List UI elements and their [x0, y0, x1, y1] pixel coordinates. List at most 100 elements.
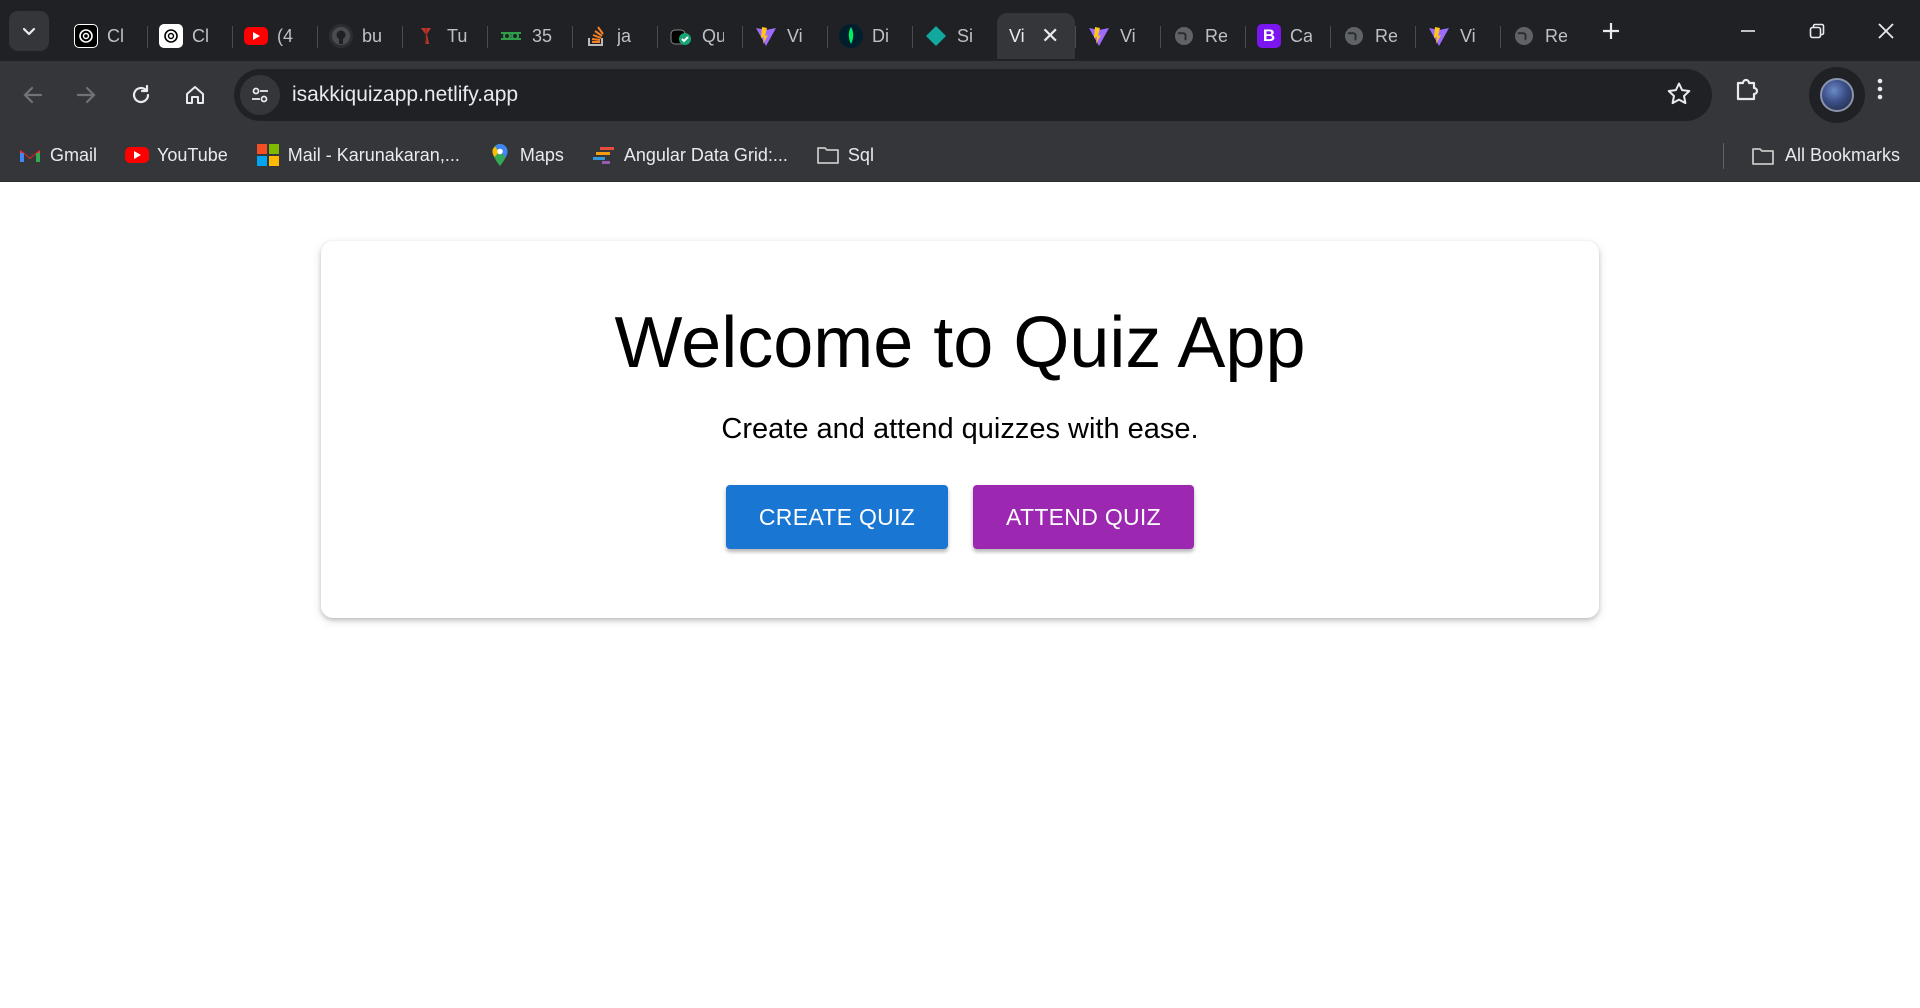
extensions-button[interactable]	[1733, 75, 1761, 108]
globe-icon	[1342, 24, 1366, 48]
reload-button[interactable]	[121, 75, 161, 115]
more-vert-icon	[1877, 78, 1883, 100]
create-quiz-button[interactable]: CREATE QUIZ	[726, 485, 948, 549]
folder-icon	[816, 143, 840, 167]
browser-tab[interactable]: Qu	[657, 13, 742, 59]
browser-tab[interactable]: Si	[912, 13, 997, 59]
action-buttons: CREATE QUIZ ATTEND QUIZ	[321, 485, 1599, 549]
browser-tab[interactable]: Vi	[1075, 13, 1160, 59]
tab-title: Qu	[702, 25, 724, 46]
microsoft-icon	[256, 143, 280, 167]
forward-button[interactable]	[66, 75, 106, 115]
browser-tab[interactable]: (4	[232, 13, 317, 59]
back-button[interactable]	[13, 75, 53, 115]
browser-tab[interactable]: Vi	[742, 13, 827, 59]
vite-icon	[1087, 24, 1111, 48]
window-controls	[1713, 0, 1920, 61]
tutorial-site-icon	[414, 24, 438, 48]
browser-tab-active[interactable]: Vi ✕	[997, 13, 1075, 59]
tab-title: bu	[362, 25, 383, 46]
bookmark-label: Mail - Karunakaran,...	[287, 144, 460, 165]
bookmark-label: YouTube	[157, 144, 228, 165]
quiz-site-icon	[669, 24, 693, 48]
leetcode-icon	[499, 24, 523, 48]
plus-icon	[1603, 22, 1619, 39]
tab-title: ja	[617, 25, 632, 46]
browser-tab[interactable]: Di	[827, 13, 912, 59]
arrow-right-icon	[76, 86, 96, 104]
tab-title: (4	[277, 25, 294, 46]
gmail-icon	[18, 143, 42, 167]
bootstrap-icon: B	[1257, 24, 1281, 48]
browser-tab[interactable]: Re	[1500, 13, 1585, 59]
restore-icon	[1809, 23, 1824, 38]
page-title: Welcome to Quiz App	[614, 303, 1306, 383]
tab-title: Cl	[192, 25, 209, 46]
bookmark-youtube[interactable]: YouTube	[107, 137, 238, 173]
address-bar[interactable]: isakkiquizapp.netlify.app	[234, 69, 1712, 121]
bookmarks-divider	[1723, 143, 1724, 169]
bookmark-label: Maps	[519, 144, 564, 165]
all-bookmarks-button[interactable]: All Bookmarks	[1751, 129, 1900, 182]
close-tab-icon[interactable]: ✕	[1041, 25, 1059, 47]
tab-title: Si	[957, 25, 974, 46]
tab-search-button[interactable]	[9, 10, 49, 51]
close-window-button[interactable]	[1851, 0, 1920, 61]
bookmark-angular-grid[interactable]: Angular Data Grid:...	[574, 137, 798, 173]
tab-title: Vi	[1009, 25, 1025, 46]
site-info-button[interactable]	[240, 75, 280, 115]
browser-toolbar: isakkiquizapp.netlify.app	[0, 61, 1920, 129]
browser-tab[interactable]: ja	[572, 13, 657, 59]
browser-tab[interactable]: Cl	[147, 13, 232, 59]
bookmark-label: Angular Data Grid:...	[623, 144, 788, 165]
attend-quiz-button[interactable]: ATTEND QUIZ	[973, 485, 1194, 549]
tab-title: Vi	[787, 25, 803, 46]
youtube-icon	[125, 143, 150, 167]
globe-icon	[1172, 24, 1196, 48]
browser-tab[interactable]: Cl	[62, 13, 147, 59]
profile-button[interactable]	[1809, 67, 1865, 123]
browser-menu-button[interactable]	[1872, 75, 1888, 108]
vite-icon	[754, 24, 778, 48]
minimize-icon	[1740, 29, 1755, 32]
home-button[interactable]	[175, 75, 215, 115]
browser-tab[interactable]: B Ca	[1245, 13, 1330, 59]
arrow-left-icon	[23, 86, 43, 104]
browser-tab[interactable]: Re	[1330, 13, 1415, 59]
puzzle-icon	[1736, 78, 1759, 101]
tab-title: Tu	[447, 25, 468, 46]
bookmark-label: Sql	[847, 144, 874, 165]
page-subtitle: Create and attend quizzes with ease.	[721, 413, 1199, 445]
tab-title: Ca	[1290, 25, 1312, 46]
folder-icon	[1751, 146, 1775, 166]
bookmark-folder-sql[interactable]: Sql	[798, 137, 884, 173]
minimize-button[interactable]	[1713, 0, 1782, 61]
youtube-icon	[244, 27, 268, 45]
star-icon	[1667, 82, 1691, 105]
vite-icon	[1427, 24, 1451, 48]
tab-title: 35	[532, 25, 553, 46]
tab-title: Di	[872, 25, 889, 46]
stackoverflow-icon	[584, 24, 608, 48]
bookmark-mail[interactable]: Mail - Karunakaran,...	[238, 137, 470, 173]
tab-title: Re	[1375, 25, 1397, 46]
avatar	[1820, 78, 1854, 112]
tab-title: Cl	[107, 25, 124, 46]
tab-title: Re	[1545, 25, 1567, 46]
bookmark-maps[interactable]: Maps	[470, 137, 574, 173]
bookmark-star-button[interactable]	[1666, 81, 1692, 112]
tab-title: Vi	[1120, 25, 1136, 46]
maps-pin-icon	[488, 143, 512, 167]
browser-tab[interactable]: Re	[1160, 13, 1245, 59]
browser-tab[interactable]: 35	[487, 13, 572, 59]
browser-tab[interactable]: Tu	[402, 13, 487, 59]
reload-icon	[132, 84, 150, 104]
bookmark-gmail[interactable]: Gmail	[0, 137, 107, 173]
diamond-site-icon	[924, 24, 948, 48]
browser-tab[interactable]: bu	[317, 13, 402, 59]
github-icon	[329, 24, 353, 48]
new-tab-button[interactable]	[1593, 13, 1629, 49]
browser-tab[interactable]: Vi	[1415, 13, 1500, 59]
url-text[interactable]: isakkiquizapp.netlify.app	[292, 83, 518, 107]
restore-button[interactable]	[1782, 0, 1851, 61]
